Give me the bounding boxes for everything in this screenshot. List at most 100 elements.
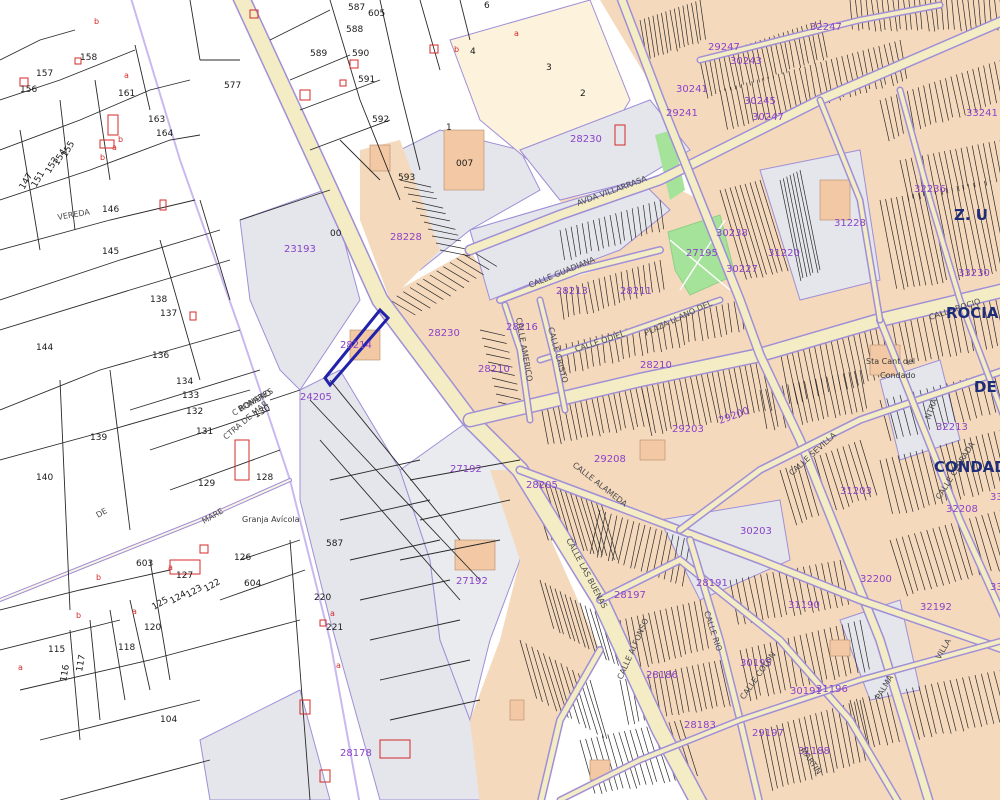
block-code-label: 24205: [300, 392, 332, 403]
block-code-label: 28230: [570, 134, 602, 145]
block-code-label: 23193: [284, 244, 316, 255]
block-code-label: 29247: [708, 42, 740, 53]
subparcel-letter-label: a: [330, 609, 335, 618]
block-code-label: 30227: [726, 264, 758, 275]
building: [829, 639, 851, 657]
block-code-label: 31220: [768, 248, 800, 259]
parcel-number-label: 132: [186, 407, 203, 417]
block-code-label: 28213: [556, 286, 588, 297]
block-code-label: 30245: [744, 96, 776, 107]
cadastral-map[interactable]: 577 158 157 156 161 163 164 155 154 153 151 147 146 1…: [0, 0, 1000, 800]
parcel-number-label: 603: [136, 559, 153, 569]
place-label: Condado: [880, 371, 916, 380]
block-code-label: 28178: [340, 748, 372, 759]
parcel-number-label: 131: [196, 427, 213, 437]
subparcel-letter-label: b: [454, 45, 459, 54]
parcel-number-label: 134: [176, 377, 193, 387]
block-code-label: 28228: [390, 232, 422, 243]
area-name-label: CONDAD: [934, 458, 1000, 476]
parcel-number-label: 587: [348, 3, 365, 13]
parcel-number-label: 128: [256, 473, 273, 483]
map-canvas[interactable]: 577158157156 1611631641551541531511471461…: [0, 0, 1000, 800]
block-code-label: 32213: [936, 422, 968, 433]
parcel-number-label: 3: [546, 63, 552, 73]
parcel-number-label: 1: [446, 123, 452, 133]
parcel-number-label: 156: [20, 85, 37, 95]
parcel-number-label: 221: [326, 623, 343, 633]
parcel-number-label: 163: [148, 115, 165, 125]
building: [454, 539, 496, 571]
block-code-label: 28186: [646, 670, 678, 681]
place-label: Granja Avícola: [242, 515, 300, 524]
block-code-label: 28197: [614, 590, 646, 601]
building: [819, 179, 851, 221]
parcel-number-label: 2: [580, 89, 586, 99]
parcel-number-label: 137: [160, 309, 177, 319]
area-name-label: DE: [974, 378, 997, 396]
block-code-label: 29208: [594, 454, 626, 465]
parcel-number-label: 140: [36, 473, 53, 483]
block-code-label: 28211: [620, 286, 652, 297]
parcel-number-label: 590: [352, 49, 369, 59]
parcel-number-label: 127: [176, 571, 193, 581]
parcel-number-label: 161: [118, 89, 135, 99]
parcel-number-label: 136: [152, 351, 169, 361]
block-code-label: 33230: [958, 268, 990, 279]
parcel-number-label: 145: [102, 247, 119, 257]
subparcel-letter-label: b: [76, 611, 81, 620]
block-code-label: 30203: [740, 526, 772, 537]
parcel-number-label: 129: [198, 479, 215, 489]
block-code-label: 32208: [946, 504, 978, 515]
subparcel-letter-label: a: [18, 663, 23, 672]
subparcel-letter-label: a: [112, 143, 117, 152]
block-code-label: 33208: [990, 492, 1000, 503]
parcel-number-label: 577: [224, 81, 241, 91]
block-code-label: 27192: [456, 576, 488, 587]
block-code-label: 33198: [990, 582, 1000, 593]
subparcel-letter-label: a: [514, 29, 519, 38]
parcel-number-label: 588: [346, 25, 363, 35]
block-code-label: 32192: [920, 602, 952, 613]
block-code-label: 28214: [340, 340, 372, 351]
subparcel-letter-label: b: [100, 153, 105, 162]
block-code-label: 29203: [672, 424, 704, 435]
parcel-number-label: 158: [80, 53, 97, 63]
block-code-label: 28191: [696, 578, 728, 589]
subparcel-letter-label: a: [336, 661, 341, 670]
block-code-label: 33241: [966, 108, 998, 119]
parcel-number-label: 4: [470, 47, 476, 57]
place-label: Sta Cant del: [866, 357, 915, 366]
parcel-number-label: 118: [118, 643, 135, 653]
block-code-label: 31190: [788, 600, 820, 611]
parcel-number-label: 604: [244, 579, 261, 589]
block-code-label: 27192: [450, 464, 482, 475]
block-code-label: 31196: [816, 684, 848, 695]
block-code-label: 30238: [716, 228, 748, 239]
block-code-label: 28205: [526, 480, 558, 491]
block-code-label: 32236: [914, 184, 946, 195]
block-code-label: 31228: [834, 218, 866, 229]
parcel-number-label: 6: [484, 1, 490, 11]
block-code-label: 28210: [640, 360, 672, 371]
parcel-number-label: 139: [90, 433, 107, 443]
parcel-number-label: 120: [144, 623, 161, 633]
block-code-label: 28183: [684, 720, 716, 731]
parcel-number-label: 138: [150, 295, 167, 305]
subparcel-letter-label: b: [94, 17, 99, 26]
parcel-number-label: 133: [182, 391, 199, 401]
area-name-label: Z. U: [954, 206, 988, 224]
subparcel-letter-label: a: [168, 563, 173, 572]
parcel-number-label: 605: [368, 9, 385, 19]
area-name-label: ROCIA: [946, 304, 999, 322]
parcel-number-label: 126: [234, 553, 251, 563]
parcel-number-label: 144: [36, 343, 53, 353]
building: [639, 439, 666, 461]
subparcel-letter-label: b: [118, 135, 123, 144]
subparcel-letter-label: a: [132, 607, 137, 616]
block-code-label: 30241: [676, 84, 708, 95]
subparcel-letter-label: b: [96, 573, 101, 582]
parcel-number-label: 593: [398, 173, 415, 183]
parcel-number-label: 589: [310, 49, 327, 59]
parcel-number-label: 007: [456, 159, 473, 169]
parcel-number-label: 587: [326, 539, 343, 549]
